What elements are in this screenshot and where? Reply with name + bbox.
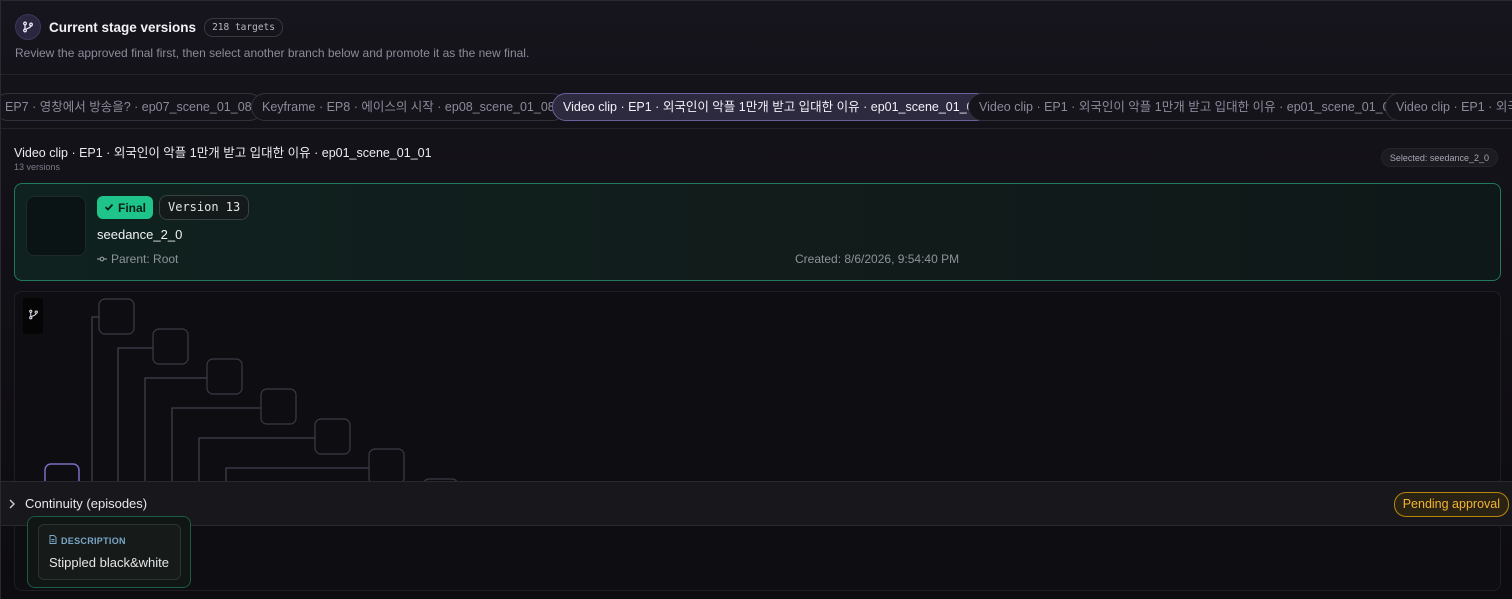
commit-icon: [97, 252, 107, 266]
tab-ep08-scene-01-08[interactable]: Keyframe · EP8 · 에이스의 시작 · ep08_scene_01…: [251, 93, 566, 121]
final-badge: Final: [97, 196, 154, 219]
page-subtitle: Review the approved final first, then se…: [15, 46, 530, 60]
git-branch-icon: [15, 14, 41, 40]
version-graph: [14, 291, 1501, 591]
description-text: Stippled black&white: [49, 555, 169, 570]
scene-title: Video clip · EP1 · 외국인이 악플 1만개 받고 입대한 이유…: [14, 146, 432, 160]
version-node[interactable]: [206, 358, 243, 395]
panel-header: Current stage versions 218 targets: [15, 13, 283, 41]
description-field: DESCRIPTION Stippled black&white: [38, 524, 181, 580]
divider: [1, 74, 1512, 75]
version-badge: Version 13: [159, 195, 250, 220]
check-icon: [104, 201, 114, 215]
description-card[interactable]: DESCRIPTION Stippled black&white: [27, 516, 191, 588]
version-node[interactable]: [368, 448, 405, 485]
version-parent-label: Parent: Root: [111, 252, 179, 266]
version-node[interactable]: [314, 418, 351, 455]
target-tabs: EP7 · 영창에서 방송을? · ep07_scene_01_08 Keyfr…: [1, 93, 1512, 121]
version-parent: Parent: Root: [97, 252, 178, 266]
version-node[interactable]: [152, 328, 189, 365]
tab-ep07-scene-01-08[interactable]: EP7 · 영창에서 방송을? · ep07_scene_01_08: [1, 93, 263, 121]
target-count-badge: 218 targets: [204, 17, 283, 37]
continuity-section-header[interactable]: Continuity (episodes) Pending approval: [1, 481, 1512, 526]
version-node[interactable]: [260, 388, 297, 425]
version-count: 13 versions: [14, 162, 61, 172]
status-badge: Pending approval: [1393, 492, 1509, 517]
selected-version-pill: Selected: seedance_2_0: [1380, 148, 1498, 167]
version-tree: [44, 298, 459, 515]
version-thumbnail: [26, 196, 86, 256]
version-name: seedance_2_0: [97, 227, 183, 242]
divider: [1, 128, 1512, 129]
page-title: Current stage versions: [49, 19, 197, 35]
stage-versions-panel: Current stage versions 218 targets Revie…: [0, 0, 1512, 599]
description-label-text: DESCRIPTION: [61, 535, 126, 546]
description-label: DESCRIPTION: [49, 535, 126, 546]
tab-ep01-scene-next[interactable]: Video clip · EP1 · 외국인: [1385, 93, 1512, 121]
chevron-right-icon: [7, 497, 17, 515]
tab-ep01-scene-01-01[interactable]: Video clip · EP1 · 외국인이 악플 1만개 받고 입대한 이유…: [552, 93, 992, 121]
final-version-card[interactable]: Final Version 13 seedance_2_0 Parent: Ro…: [14, 183, 1501, 281]
tab-ep01-scene-01-02[interactable]: Video clip · EP1 · 외국인이 악플 1만개 받고 입대한 이유…: [968, 93, 1408, 121]
final-badge-label: Final: [118, 200, 147, 215]
tree-edges: [91, 316, 369, 482]
continuity-title: Continuity (episodes): [25, 496, 148, 511]
version-node[interactable]: [98, 298, 135, 335]
document-icon: [49, 535, 57, 546]
version-created: Created: 8/6/2026, 9:54:40 PM: [795, 252, 960, 266]
